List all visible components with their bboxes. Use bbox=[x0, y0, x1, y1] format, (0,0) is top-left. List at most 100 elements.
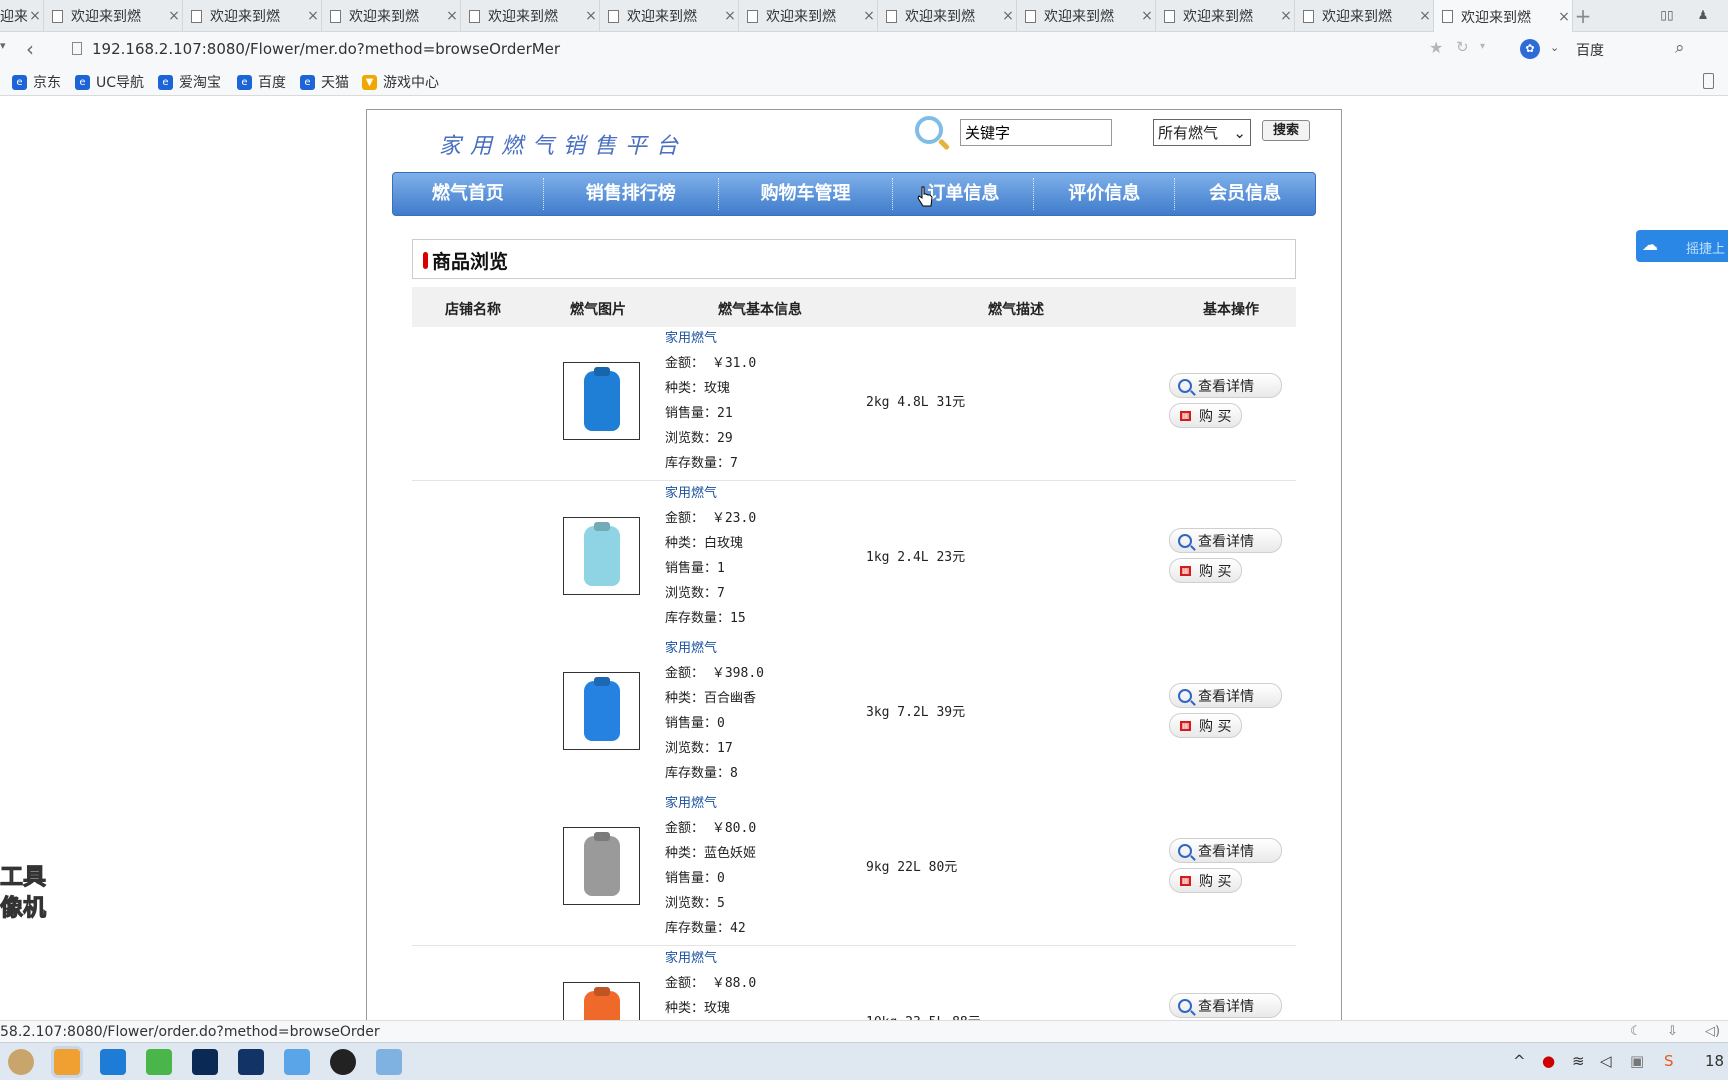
price-line: 金额： ￥88.0 bbox=[665, 976, 757, 991]
eclipse-icon[interactable] bbox=[238, 1049, 264, 1075]
nav-reviews[interactable]: 评价信息 bbox=[1034, 172, 1174, 216]
browser-tab[interactable]: 欢迎来到燃 × bbox=[44, 0, 183, 32]
cloud-widget[interactable]: ☁ 摇捷上 bbox=[1636, 230, 1728, 262]
bookmark-icon: e bbox=[300, 74, 315, 90]
stock-line: 库存数量：15 bbox=[665, 611, 746, 626]
price-value: ￥80.0 bbox=[711, 821, 757, 836]
close-icon[interactable]: × bbox=[305, 8, 321, 24]
document-icon bbox=[330, 9, 341, 23]
folder-icon[interactable] bbox=[376, 1049, 402, 1075]
app-icon[interactable] bbox=[146, 1049, 172, 1075]
close-icon[interactable]: × bbox=[861, 8, 877, 24]
buy-button[interactable]: ▦ 购 买 bbox=[1169, 713, 1242, 738]
star-icon[interactable]: ★ bbox=[1429, 38, 1443, 57]
nav-cart[interactable]: 购物车管理 bbox=[719, 172, 893, 216]
close-icon[interactable]: × bbox=[1139, 8, 1155, 24]
view-details-button[interactable]: 查看详情 bbox=[1169, 373, 1282, 398]
nav-home[interactable]: 燃气首页 bbox=[393, 172, 543, 216]
browser-tab[interactable]: 欢迎来到燃 × bbox=[1295, 0, 1434, 32]
close-icon[interactable]: × bbox=[27, 8, 43, 24]
product-category-link[interactable]: 家用燃气 bbox=[665, 791, 756, 816]
site-logo[interactable]: 家用燃气销售平台 bbox=[439, 128, 687, 160]
stock-line: 库存数量：7 bbox=[665, 456, 738, 471]
view-details-button[interactable]: 查看详情 bbox=[1169, 528, 1282, 553]
close-icon[interactable]: × bbox=[722, 8, 738, 24]
view-details-button[interactable]: 查看详情 bbox=[1169, 993, 1282, 1018]
browser-tab[interactable]: 欢迎来到燃 × bbox=[461, 0, 600, 32]
browser-tab[interactable]: 欢迎来到燃 × bbox=[878, 0, 1017, 32]
engine-chevron-icon[interactable]: ⌄ bbox=[1550, 41, 1559, 54]
browser-tab-partial[interactable]: 迎来 × bbox=[0, 0, 44, 32]
bookmark-uc[interactable]: e UC导航 bbox=[75, 72, 144, 92]
teamviewer-icon[interactable] bbox=[100, 1049, 126, 1075]
product-image[interactable] bbox=[563, 517, 640, 595]
chevron-down-icon[interactable]: ▾ bbox=[1480, 41, 1485, 52]
clock[interactable]: 18 bbox=[1705, 1052, 1724, 1070]
bookmark-games[interactable]: ▼ 游戏中心 bbox=[362, 72, 439, 92]
tray-chevron-icon[interactable]: ^ bbox=[1513, 1052, 1526, 1070]
search-input[interactable] bbox=[960, 119, 1112, 146]
mobile-icon[interactable] bbox=[1703, 73, 1714, 89]
product-image[interactable] bbox=[563, 362, 640, 440]
url-field[interactable]: 192.168.2.107:8080/Flower/mer.do?method=… bbox=[92, 40, 560, 58]
start-icon[interactable] bbox=[8, 1049, 34, 1075]
recorder-icon[interactable] bbox=[330, 1049, 356, 1075]
speaker-icon[interactable]: ◁ bbox=[1600, 1052, 1612, 1070]
bookmark-jd[interactable]: e 京东 bbox=[12, 72, 61, 92]
product-category-link[interactable]: 家用燃气 bbox=[665, 636, 764, 661]
product-category-link[interactable]: 家用燃气 bbox=[665, 946, 756, 971]
category-select[interactable]: 所有燃气 ⌄ bbox=[1153, 119, 1251, 146]
close-icon[interactable]: × bbox=[1417, 8, 1433, 24]
paw-icon[interactable]: ✿ bbox=[1520, 39, 1540, 59]
close-icon[interactable]: × bbox=[1278, 8, 1294, 24]
nav-members[interactable]: 会员信息 bbox=[1175, 172, 1315, 216]
qq-icon[interactable]: ● bbox=[1542, 1052, 1555, 1070]
buy-button[interactable]: ▦ 购 买 bbox=[1169, 403, 1242, 428]
view-details-button[interactable]: 查看详情 bbox=[1169, 838, 1282, 863]
bookmark-tmall[interactable]: e 天猫 bbox=[300, 72, 349, 92]
search-icon[interactable]: ⌕ bbox=[1675, 38, 1685, 58]
restore-icon[interactable]: ▯▯ bbox=[1658, 8, 1676, 24]
cloud-app-icon[interactable] bbox=[284, 1049, 310, 1075]
close-icon[interactable]: × bbox=[1556, 9, 1572, 25]
bookmark-aitaobao[interactable]: e 爱淘宝 bbox=[158, 72, 221, 92]
close-icon[interactable]: × bbox=[166, 8, 182, 24]
browser-app-icon[interactable] bbox=[54, 1049, 80, 1075]
browser-tab[interactable]: 欢迎来到燃 × bbox=[1156, 0, 1295, 32]
moon-icon[interactable]: ☾ bbox=[1630, 1024, 1642, 1039]
nav-ranking[interactable]: 销售排行榜 bbox=[544, 172, 718, 216]
search-engine-label[interactable]: 百度 bbox=[1576, 40, 1604, 60]
close-icon[interactable]: × bbox=[583, 8, 599, 24]
buy-button[interactable]: ▦ 购 买 bbox=[1169, 558, 1242, 583]
browser-tab[interactable]: 欢迎来到燃 × bbox=[1017, 0, 1156, 32]
back-icon[interactable]: ‹ bbox=[26, 37, 34, 61]
bookmark-baidu[interactable]: e 百度 bbox=[237, 72, 286, 92]
product-category-link[interactable]: 家用燃气 bbox=[665, 481, 756, 506]
stock-value: 15 bbox=[730, 611, 746, 626]
dropdown-icon[interactable]: ▾ bbox=[0, 39, 6, 52]
product-image[interactable] bbox=[563, 827, 640, 905]
search-button[interactable]: 搜索 bbox=[1262, 120, 1310, 141]
volume-icon[interactable]: ◁) bbox=[1705, 1024, 1720, 1039]
close-icon[interactable]: × bbox=[1000, 8, 1016, 24]
buy-button[interactable]: ▦ 购 买 bbox=[1169, 868, 1242, 893]
view-details-button[interactable]: 查看详情 bbox=[1169, 683, 1282, 708]
browser-tab[interactable]: 欢迎来到燃 × bbox=[600, 0, 739, 32]
shirt-icon[interactable]: ♟ bbox=[1694, 8, 1712, 24]
close-icon[interactable]: × bbox=[444, 8, 460, 24]
browser-tab[interactable]: 欢迎来到燃 × bbox=[183, 0, 322, 32]
browser-tab[interactable]: 欢迎来到燃 × bbox=[322, 0, 461, 32]
browser-tab[interactable]: 欢迎来到燃 × bbox=[1434, 0, 1573, 33]
new-tab-button[interactable]: + bbox=[1572, 4, 1594, 28]
refresh-icon[interactable]: ↻ bbox=[1456, 38, 1469, 56]
download-icon[interactable]: ⇩ bbox=[1667, 1024, 1678, 1039]
sogou-icon[interactable]: S bbox=[1664, 1052, 1674, 1070]
product-image[interactable] bbox=[563, 672, 640, 750]
product-category-link[interactable]: 家用燃气 bbox=[665, 326, 756, 351]
browser-tab[interactable]: 欢迎来到燃 × bbox=[739, 0, 878, 32]
ime-icon[interactable]: ▣ bbox=[1630, 1052, 1644, 1070]
wifi-icon[interactable]: ≋ bbox=[1572, 1052, 1585, 1070]
nav-orders[interactable]: 订单信息 bbox=[893, 172, 1033, 216]
sales-value: 21 bbox=[717, 406, 733, 421]
photoshop-icon[interactable] bbox=[192, 1049, 218, 1075]
